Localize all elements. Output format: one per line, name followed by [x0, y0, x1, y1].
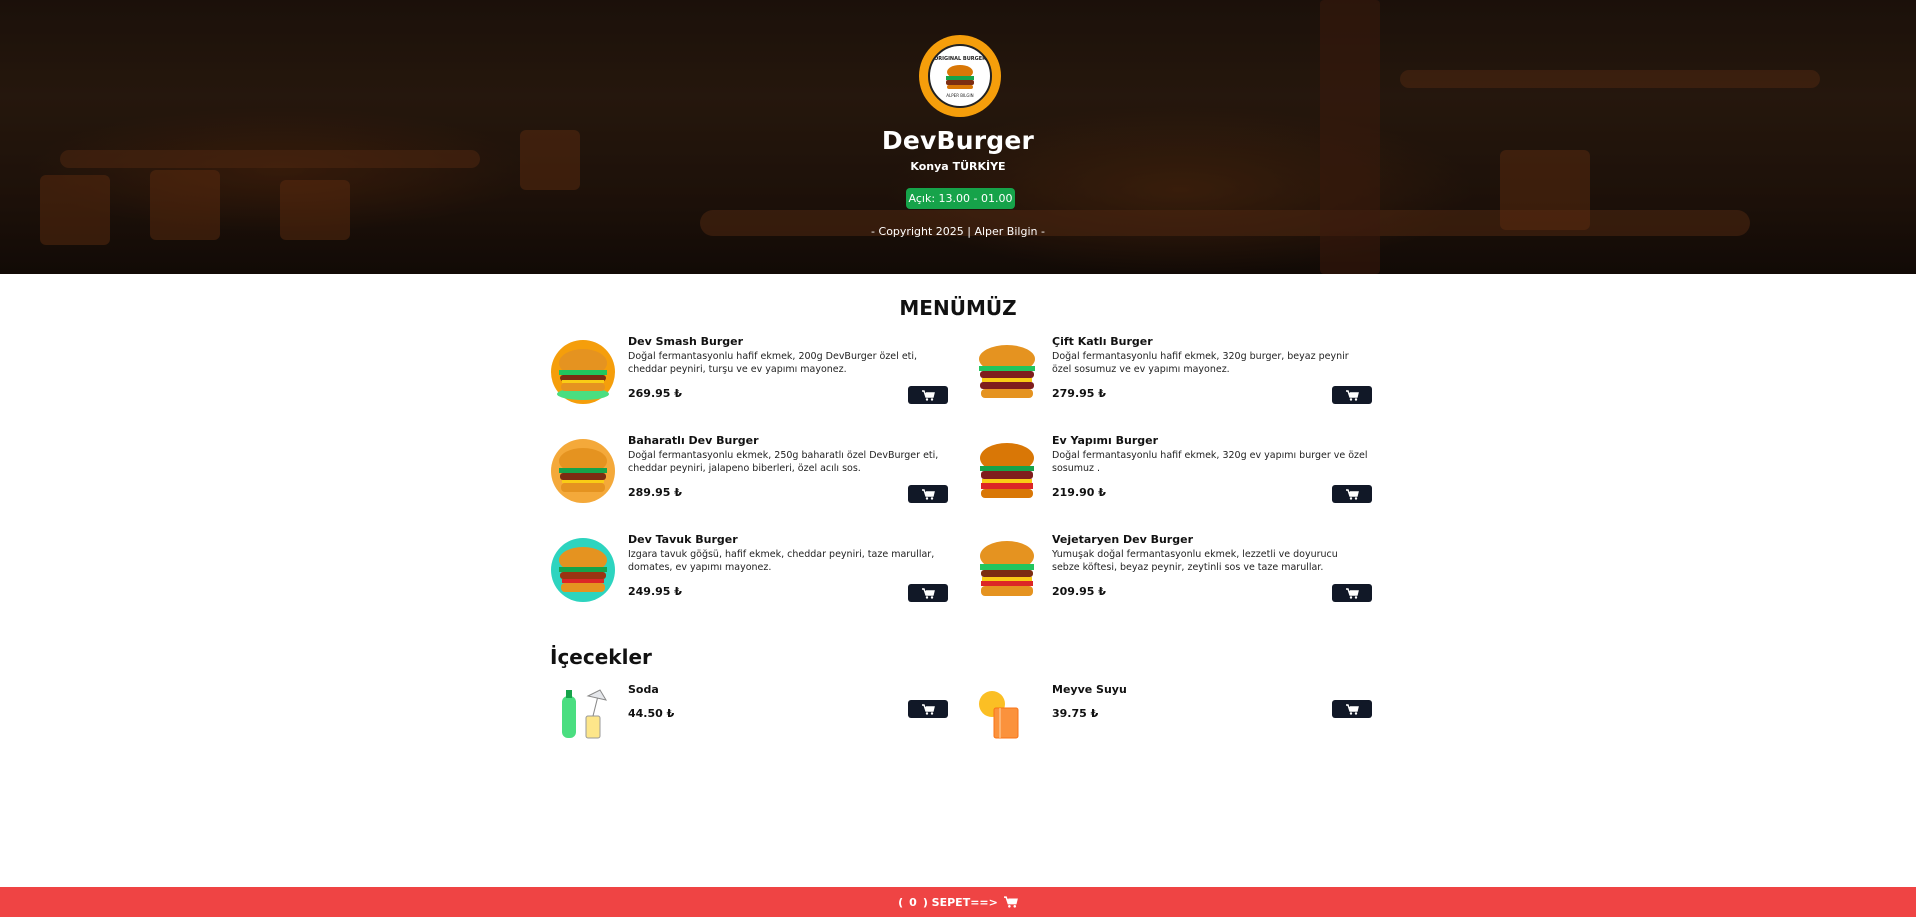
logo-badge: ORIGINAL BURGER ALPER BILGIN [928, 44, 992, 108]
burger-image [980, 541, 1034, 596]
cart-count: 0 [909, 895, 917, 909]
opening-hours-badge: Açık: 13.00 - 01.00 [906, 188, 1015, 209]
item-name: Vejetaryen Dev Burger [1052, 533, 1193, 546]
item-name: Soda [628, 683, 659, 696]
cart-icon [921, 703, 935, 715]
menu-item: Vejetaryen Dev Burger Yumuşak doğal ferm… [974, 533, 1372, 623]
add-to-cart-button[interactable] [908, 485, 948, 503]
item-description: Doğal fermantasyonlu hafif ekmek, 320g e… [1052, 450, 1368, 474]
copyright: - Copyright 2025 | Alper Bilgin - [871, 225, 1045, 238]
item-name: Dev Tavuk Burger [628, 533, 738, 546]
add-to-cart-button[interactable] [1332, 386, 1372, 404]
menu-item: Dev Smash Burger Doğal fermantasyonlu ha… [550, 335, 948, 425]
add-to-cart-button[interactable] [908, 386, 948, 404]
menu-item: Baharatlı Dev Burger Doğal fermantasyonl… [550, 434, 948, 524]
logo-subtext: ALPER BILGIN [946, 93, 973, 98]
burger-image [979, 345, 1035, 398]
location: Konya TÜRKİYE [910, 160, 1006, 173]
item-name: Baharatlı Dev Burger [628, 434, 759, 447]
cart-open-paren: ( [898, 895, 904, 909]
item-price: 44.50 ₺ [628, 707, 675, 720]
add-to-cart-button[interactable] [908, 700, 948, 718]
item-description: Yumuşak doğal fermantasyonlu ekmek, lezz… [1052, 549, 1338, 573]
burger-image [551, 538, 615, 602]
item-name: Dev Smash Burger [628, 335, 744, 348]
item-description: Doğal fermantasyonlu hafif ekmek, 200g D… [628, 351, 918, 375]
cart-icon [921, 587, 935, 599]
burger-logo-icon: ORIGINAL BURGER ALPER BILGIN [934, 56, 986, 98]
item-name: Meyve Suyu [1052, 683, 1127, 696]
item-description: Doğal fermantasyonlu hafif ekmek, 320g b… [1052, 351, 1349, 375]
menu-item: Dev Tavuk Burger Izgara tavuk göğsü, haf… [550, 533, 948, 623]
add-to-cart-button[interactable] [1332, 485, 1372, 503]
burger-image [551, 340, 615, 404]
cart-icon [1345, 488, 1359, 500]
logo-text: ORIGINAL BURGER [934, 56, 986, 62]
cart-icon [1003, 896, 1018, 908]
cart-icon [1345, 389, 1359, 401]
drinks-title: İçecekler [550, 645, 652, 669]
item-name: Çift Katlı Burger [1052, 335, 1153, 348]
hero-banner: ORIGINAL BURGER ALPER BILGIN DevBurger K… [0, 0, 1916, 274]
cart-bar[interactable]: ( 0 ) SEPET==> [0, 887, 1916, 917]
add-to-cart-button[interactable] [908, 584, 948, 602]
item-price: 279.95 ₺ [1052, 387, 1106, 400]
menu-item: Çift Katlı Burger Doğal fermantasyonlu h… [974, 335, 1372, 425]
cart-label: ) SEPET==> [922, 895, 998, 909]
drink-item: Soda 44.50 ₺ [550, 683, 948, 743]
site-title: DevBurger [881, 126, 1035, 155]
menu-title: MENÜMÜZ [899, 296, 1017, 320]
add-to-cart-button[interactable] [1332, 700, 1372, 718]
item-description: Doğal fermantasyonlu ekmek, 250g baharat… [628, 450, 939, 474]
item-price: 289.95 ₺ [628, 486, 682, 499]
menu-item: Ev Yapımı Burger Doğal fermantasyonlu ha… [974, 434, 1372, 524]
cart-icon [1345, 587, 1359, 599]
item-name: Ev Yapımı Burger [1052, 434, 1158, 447]
juice-image [979, 691, 1019, 739]
burger-image [551, 439, 615, 503]
drink-item: Meyve Suyu 39.75 ₺ [974, 683, 1372, 743]
item-price: 219.90 ₺ [1052, 486, 1106, 499]
cart-icon [1345, 703, 1359, 715]
logo: ORIGINAL BURGER ALPER BILGIN [919, 35, 1001, 117]
item-price: 249.95 ₺ [628, 585, 682, 598]
item-description: Izgara tavuk göğsü, hafif ekmek, cheddar… [628, 549, 935, 573]
cart-icon [921, 488, 935, 500]
burger-image [980, 443, 1034, 498]
item-price: 209.95 ₺ [1052, 585, 1106, 598]
soda-image [562, 689, 608, 739]
item-price: 39.75 ₺ [1052, 707, 1099, 720]
add-to-cart-button[interactable] [1332, 584, 1372, 602]
cart-icon [921, 389, 935, 401]
item-price: 269.95 ₺ [628, 387, 682, 400]
